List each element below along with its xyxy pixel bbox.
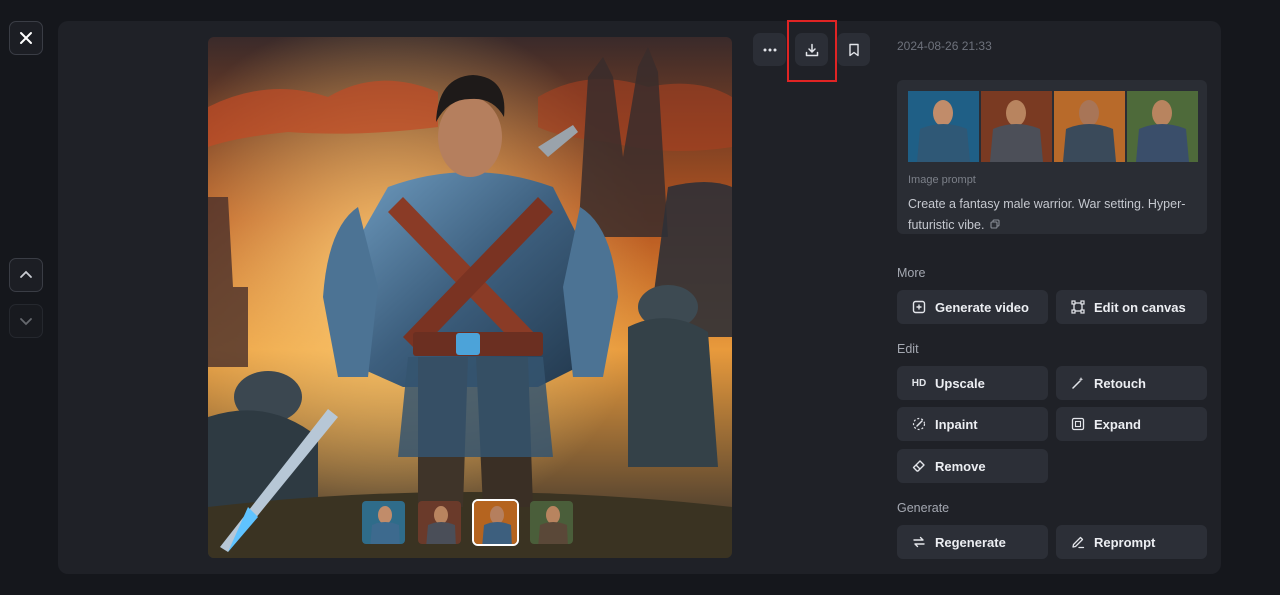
regenerate-icon bbox=[911, 534, 927, 550]
expand-icon bbox=[1070, 416, 1086, 432]
variant-thumbnails bbox=[360, 499, 575, 546]
prompt-thumbnail[interactable] bbox=[1054, 91, 1125, 162]
download-highlight-box bbox=[787, 20, 837, 82]
variant-thumbnail[interactable] bbox=[528, 499, 575, 546]
close-button[interactable] bbox=[9, 21, 43, 55]
reprompt-button[interactable]: Reprompt bbox=[1056, 525, 1207, 559]
more-icon bbox=[763, 48, 776, 51]
more-options-button[interactable] bbox=[753, 33, 786, 66]
eraser-icon bbox=[911, 458, 927, 474]
prompt-card: Image prompt Create a fantasy male warri… bbox=[897, 80, 1207, 234]
prompt-label: Image prompt bbox=[908, 174, 976, 186]
prompt-text-content: Create a fantasy male warrior. War setti… bbox=[908, 197, 1186, 232]
expand-label: Expand bbox=[1094, 416, 1141, 432]
timestamp: 2024-08-26 21:33 bbox=[897, 39, 992, 53]
variant-thumbnail[interactable] bbox=[360, 499, 407, 546]
section-label-generate: Generate bbox=[897, 501, 950, 515]
canvas-icon bbox=[1070, 299, 1086, 315]
prompt-text: Create a fantasy male warrior. War setti… bbox=[908, 194, 1198, 234]
regenerate-button[interactable]: Regenerate bbox=[897, 525, 1048, 559]
regenerate-label: Regenerate bbox=[935, 534, 1006, 550]
prompt-thumbnail[interactable] bbox=[1127, 91, 1198, 162]
pencil-icon bbox=[1070, 534, 1086, 550]
variant-thumbnail[interactable] bbox=[416, 499, 463, 546]
edit-on-canvas-button[interactable]: Edit on canvas bbox=[1056, 290, 1207, 324]
upscale-label: Upscale bbox=[935, 375, 985, 391]
previous-image-button[interactable] bbox=[9, 258, 43, 292]
bookmark-button[interactable] bbox=[837, 33, 870, 66]
retouch-label: Retouch bbox=[1094, 375, 1146, 391]
brush-icon bbox=[911, 416, 927, 432]
remove-button[interactable]: Remove bbox=[897, 449, 1048, 483]
retouch-button[interactable]: Retouch bbox=[1056, 366, 1207, 400]
generate-video-button[interactable]: Generate video bbox=[897, 290, 1048, 324]
reprompt-label: Reprompt bbox=[1094, 534, 1156, 550]
upscale-button[interactable]: HD Upscale bbox=[897, 366, 1048, 400]
remove-label: Remove bbox=[935, 458, 986, 474]
prompt-thumbnails bbox=[908, 91, 1198, 162]
bookmark-icon bbox=[848, 43, 859, 56]
inpaint-label: Inpaint bbox=[935, 416, 978, 432]
copy-icon[interactable] bbox=[990, 215, 1000, 234]
generate-video-label: Generate video bbox=[935, 299, 1029, 315]
chevron-down-icon bbox=[20, 318, 32, 326]
section-label-more: More bbox=[897, 266, 926, 280]
chevron-up-icon bbox=[20, 270, 32, 278]
generated-image[interactable] bbox=[208, 37, 732, 558]
section-label-edit: Edit bbox=[897, 342, 919, 356]
inpaint-button[interactable]: Inpaint bbox=[897, 407, 1048, 441]
close-icon bbox=[20, 32, 32, 44]
edit-on-canvas-label: Edit on canvas bbox=[1094, 299, 1186, 315]
video-plus-icon bbox=[911, 299, 927, 315]
expand-button[interactable]: Expand bbox=[1056, 407, 1207, 441]
prompt-thumbnail[interactable] bbox=[908, 91, 979, 162]
variant-thumbnail-selected[interactable] bbox=[472, 499, 519, 546]
next-image-button[interactable] bbox=[9, 304, 43, 338]
prompt-thumbnail[interactable] bbox=[981, 91, 1052, 162]
hd-icon: HD bbox=[911, 377, 927, 389]
magic-wand-icon bbox=[1070, 375, 1086, 391]
